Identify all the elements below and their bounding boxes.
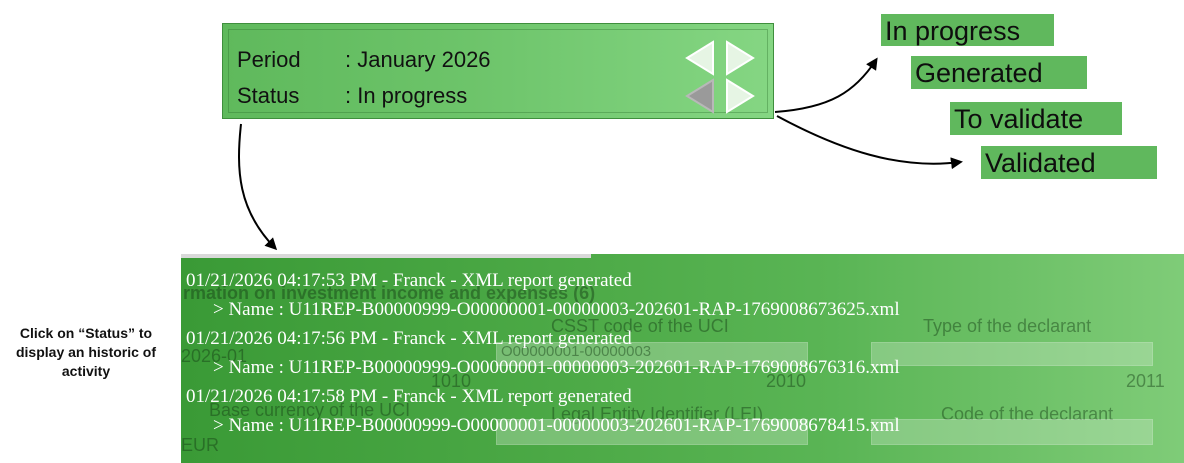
history-top-border <box>181 254 591 258</box>
instruction-caption: Click on “Status” to display an historic… <box>15 325 157 379</box>
activity-history-panel: rmation on investment income and expense… <box>181 254 1184 463</box>
history-entry-1-name: > Name : U11REP-B00000999-O00000001-0000… <box>213 299 900 320</box>
history-entry-2-header: 01/21/2026 04:17:56 PM - Franck - XML re… <box>186 328 632 349</box>
background-declarant-type-input <box>871 342 1153 366</box>
background-currency-value: EUR <box>181 435 220 455</box>
background-declarant-code-input <box>871 419 1153 445</box>
background-field-declarant-type: Type of the declarant <box>923 316 1092 336</box>
history-entry-1-header: 01/21/2026 04:17:53 PM - Franck - XML re… <box>186 270 632 291</box>
arrow-to-in-progress <box>774 57 878 113</box>
history-entry-3-name: > Name : U11REP-B00000999-O00000001-0000… <box>213 415 900 436</box>
history-entry-2-name: > Name : U11REP-B00000999-O00000001-0000… <box>213 357 900 378</box>
arrow-to-history <box>238 123 278 251</box>
arrow-to-validated <box>776 115 963 170</box>
background-code-2011: 2011 <box>1126 371 1165 391</box>
history-entry-3-header: 01/21/2026 04:17:58 PM - Franck - XML re… <box>186 386 632 407</box>
